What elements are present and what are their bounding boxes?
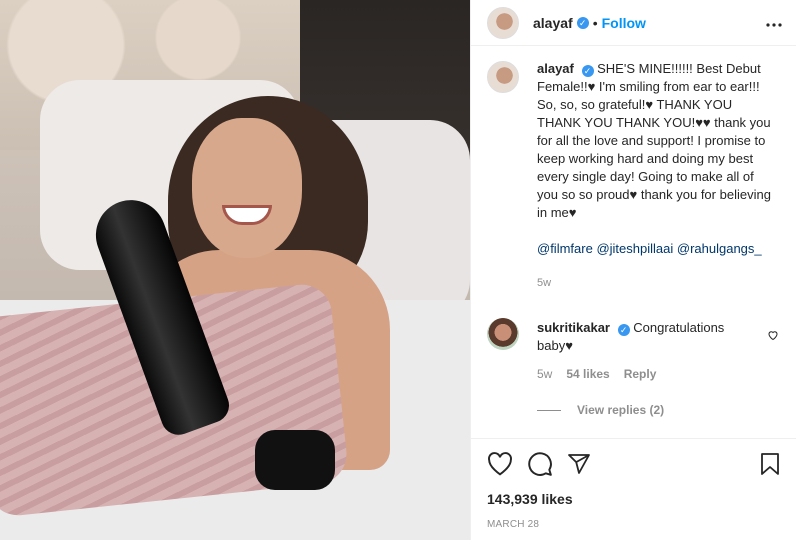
caption-avatar[interactable] bbox=[487, 61, 519, 93]
post-actions: 143,939 likes MARCH 28 bbox=[471, 438, 796, 530]
follow-button[interactable]: Follow bbox=[602, 15, 646, 31]
reply-button[interactable]: Reply bbox=[624, 367, 657, 381]
post-header: alayaf ✓ • Follow bbox=[471, 0, 796, 46]
mention-link[interactable]: @rahulgangs_ bbox=[677, 241, 762, 256]
face bbox=[192, 118, 302, 258]
comment-icon[interactable] bbox=[527, 451, 553, 477]
post-photo[interactable] bbox=[0, 0, 470, 540]
verified-badge-icon: ✓ bbox=[617, 324, 630, 336]
comments-section[interactable]: alayaf ✓ SHE'S MINE!!!!!! Best Debut Fem… bbox=[471, 60, 796, 438]
comment-time[interactable]: 5w bbox=[537, 367, 552, 381]
caption-username[interactable]: alayaf bbox=[537, 61, 574, 76]
separator: • bbox=[592, 14, 598, 31]
profile-avatar[interactable] bbox=[487, 6, 519, 39]
like-comment-heart-icon[interactable] bbox=[767, 328, 779, 341]
caption-body: alayaf ✓ SHE'S MINE!!!!!! Best Debut Fem… bbox=[537, 60, 777, 292]
comment-username[interactable]: sukritikakar bbox=[537, 320, 610, 335]
comment-item: sukritikakar ✓ Congratulations baby♥ bbox=[487, 318, 781, 355]
view-replies-label: View replies (2) bbox=[577, 403, 665, 417]
likes-count[interactable]: 143,939 likes bbox=[487, 491, 781, 507]
action-icons bbox=[487, 451, 781, 477]
comment-likes[interactable]: 54 likes bbox=[566, 367, 609, 381]
share-icon[interactable] bbox=[567, 452, 591, 476]
post-sidebar: alayaf ✓ • Follow alayaf ✓ SHE'S MINE!!!… bbox=[470, 0, 796, 540]
caption-time[interactable]: 5w bbox=[537, 274, 777, 292]
post-date[interactable]: MARCH 28 bbox=[487, 519, 781, 530]
view-replies-button[interactable]: View replies (2) bbox=[537, 403, 781, 417]
verified-badge-icon: ✓ bbox=[576, 16, 589, 29]
heart-icon[interactable] bbox=[487, 452, 513, 476]
divider-line bbox=[537, 409, 561, 411]
comment-avatar[interactable] bbox=[487, 318, 519, 350]
trophy-base bbox=[255, 430, 335, 490]
mention-link[interactable]: @filmfare bbox=[537, 241, 593, 256]
header-username[interactable]: alayaf bbox=[533, 15, 573, 31]
mention-link[interactable]: @jiteshpillaai bbox=[596, 241, 673, 256]
comment-meta: 5w 54 likes Reply bbox=[537, 367, 781, 381]
caption-text: SHE'S MINE!!!!!! Best Debut Female!!♥ I'… bbox=[537, 61, 771, 220]
more-options-icon[interactable] bbox=[766, 14, 782, 32]
verified-badge-icon: ✓ bbox=[581, 65, 594, 77]
comment-body: sukritikakar ✓ Congratulations baby♥ bbox=[537, 319, 747, 355]
bookmark-icon[interactable] bbox=[759, 452, 781, 476]
caption-mentions: @filmfare @jiteshpillaai @rahulgangs_ bbox=[537, 240, 777, 258]
caption: alayaf ✓ SHE'S MINE!!!!!! Best Debut Fem… bbox=[487, 60, 781, 292]
